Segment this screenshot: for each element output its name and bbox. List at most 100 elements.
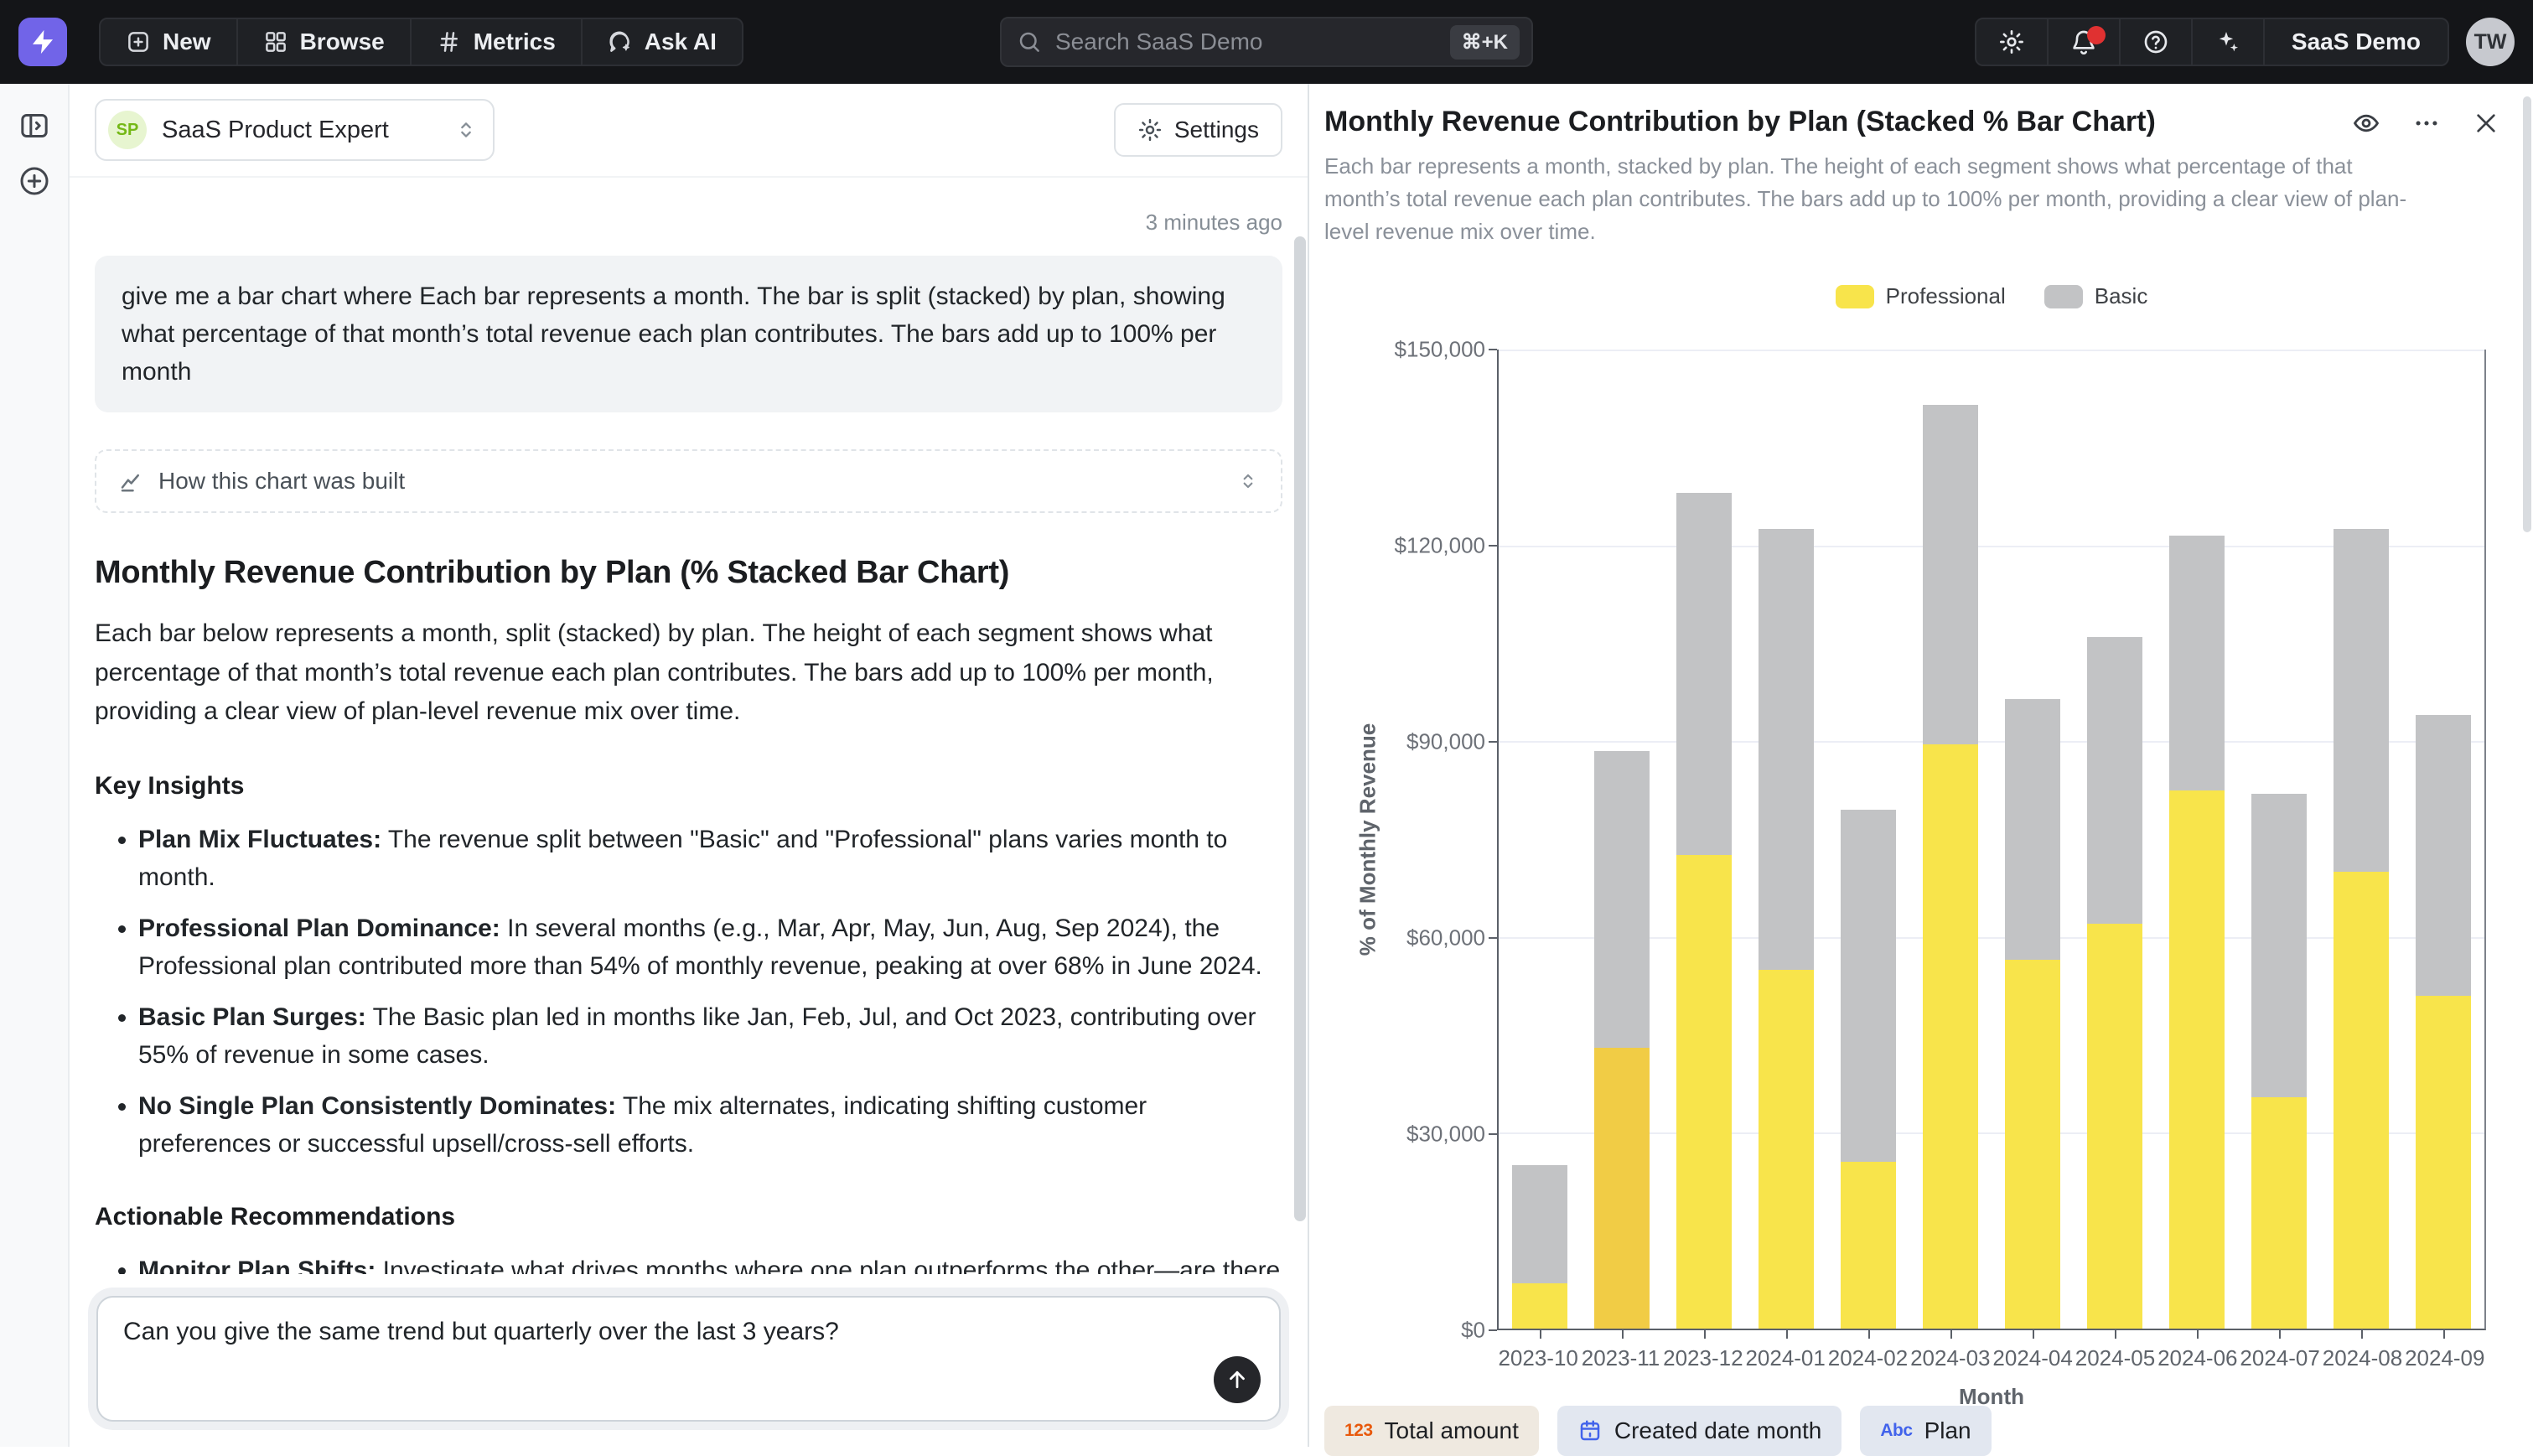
agent-avatar: SP — [108, 111, 147, 149]
chat-input-value: Can you give the same trend but quarterl… — [123, 1318, 1163, 1346]
y-axis-ticks: $150,000 $120,000 $90,000 $60,000 $30,00… — [1383, 350, 1485, 1330]
chevron-selector-icon — [454, 118, 478, 142]
field-tags: 123 Total amount Created date month Abc … — [1324, 1406, 2499, 1456]
calendar-icon — [1577, 1418, 1603, 1443]
tag-total-amount[interactable]: 123 Total amount — [1324, 1406, 1539, 1456]
close-icon[interactable] — [2473, 110, 2499, 137]
how-built-expander[interactable]: How this chart was built — [95, 449, 1282, 513]
basic-swatch — [2044, 285, 2083, 308]
sparkles-icon — [2214, 28, 2241, 55]
insights-heading: Key Insights — [95, 772, 1282, 801]
settings-button[interactable]: Settings — [1114, 103, 1282, 157]
bar-2024-06[interactable] — [2156, 350, 2238, 1329]
x-axis-title: Month — [1497, 1384, 2486, 1410]
response-intro: Each bar below represents a month, split… — [95, 614, 1282, 732]
metrics-label: Metrics — [474, 28, 556, 55]
browse-label: Browse — [300, 28, 385, 55]
chart-panel: Monthly Revenue Contribution by Plan (St… — [1311, 84, 2533, 1447]
bar-2024-02[interactable] — [1827, 350, 1909, 1329]
x-tick-label: 2024-05 — [2074, 1345, 2156, 1371]
message-timestamp: 3 minutes ago — [95, 210, 1282, 236]
chevron-selector-icon — [1237, 470, 1259, 492]
agent-selector[interactable]: SP SaaS Product Expert — [95, 99, 495, 161]
tag-created-date-month[interactable]: Created date month — [1557, 1406, 1842, 1456]
project-selector[interactable]: SaaS Demo — [2263, 19, 2448, 65]
bar-2024-04[interactable] — [1992, 350, 2074, 1329]
metrics-button[interactable]: Metrics — [410, 19, 581, 65]
search-input[interactable]: Search SaaS Demo ⌘+K — [1000, 17, 1533, 67]
x-tick-label: 2023-12 — [1662, 1345, 1744, 1371]
bar-2024-07[interactable] — [2238, 350, 2320, 1329]
search-icon — [1017, 29, 1042, 54]
list-item: Monitor Plan Shifts: Investigate what dr… — [138, 1251, 1282, 1275]
hash-icon — [437, 29, 462, 54]
tag-label: Total amount — [1385, 1417, 1519, 1444]
user-avatar[interactable]: TW — [2466, 18, 2515, 66]
bar-2024-03[interactable] — [1909, 350, 1992, 1329]
professional-swatch — [1836, 285, 1874, 308]
help-button[interactable] — [2119, 19, 2191, 65]
ask-ai-label: Ask AI — [645, 28, 717, 55]
app-logo[interactable] — [18, 18, 67, 66]
stacked-bar-chart: % of Monthly Revenue $150,000 $120,000 $… — [1324, 338, 2499, 1402]
bar-2024-01[interactable] — [1745, 350, 1827, 1329]
new-label: New — [163, 28, 211, 55]
toggle-sidebar-button[interactable] — [18, 109, 51, 142]
new-button[interactable]: New — [101, 19, 236, 65]
send-button[interactable] — [1214, 1356, 1261, 1403]
legend-label: Basic — [2095, 283, 2148, 309]
help-icon — [2142, 28, 2169, 55]
project-label: SaaS Demo — [2292, 28, 2421, 55]
chat-scrollbar[interactable] — [1294, 236, 1306, 1262]
search-placeholder: Search SaaS Demo — [1055, 28, 1450, 55]
chat-panel: SP SaaS Product Expert Settings 3 minute… — [70, 84, 1309, 1447]
x-tick-label: 2024-03 — [1909, 1345, 1992, 1371]
circle-plus-icon — [18, 164, 51, 198]
recommendations-heading: Actionable Recommendations — [95, 1203, 1282, 1231]
response-title: Monthly Revenue Contribution by Plan (% … — [95, 555, 1282, 591]
bar-2024-09[interactable] — [2402, 350, 2484, 1329]
x-tick-label: 2024-01 — [1744, 1345, 1826, 1371]
chat-input[interactable]: Can you give the same trend but quarterl… — [96, 1296, 1281, 1422]
legend-item-professional[interactable]: Professional — [1836, 283, 2006, 309]
settings-icon-button[interactable] — [1976, 19, 2047, 65]
recommendations-list: Monitor Plan Shifts: Investigate what dr… — [95, 1251, 1282, 1275]
bar-2024-05[interactable] — [2074, 350, 2156, 1329]
browse-button[interactable]: Browse — [236, 19, 410, 65]
bar-2023-10[interactable] — [1499, 350, 1581, 1329]
y-axis-title: % of Monthly Revenue — [1355, 350, 1381, 1330]
bar-2023-11[interactable] — [1581, 350, 1663, 1329]
list-item: Plan Mix Fluctuates: The revenue split b… — [138, 821, 1282, 896]
more-menu-icon[interactable] — [2412, 109, 2441, 137]
legend-item-basic[interactable]: Basic — [2044, 283, 2148, 309]
list-item: No Single Plan Consistently Dominates: T… — [138, 1087, 1282, 1163]
chat-message-list[interactable]: 3 minutes ago give me a bar chart where … — [70, 178, 1308, 1274]
bar-2024-08[interactable] — [2320, 350, 2402, 1329]
chat-ai-icon — [608, 29, 633, 54]
y-tick: $30,000 — [1406, 1122, 1485, 1148]
tag-label: Created date month — [1614, 1417, 1822, 1444]
ask-ai-button[interactable]: Ask AI — [581, 19, 742, 65]
window-scrollbar[interactable] — [2523, 96, 2531, 532]
y-tick: $60,000 — [1406, 925, 1485, 951]
plot-area — [1497, 350, 2486, 1330]
eye-icon[interactable] — [2352, 109, 2380, 137]
y-tick: $120,000 — [1395, 533, 1485, 559]
notifications-button[interactable] — [2047, 19, 2119, 65]
expander-label: How this chart was built — [158, 468, 405, 495]
x-tick-label: 2024-06 — [2157, 1345, 2239, 1371]
user-message-bubble: give me a bar chart where Each bar repre… — [95, 256, 1282, 412]
top-nav: New Browse Metrics Ask AI Search SaaS De… — [0, 0, 2533, 84]
list-item: Basic Plan Surges: The Basic plan led in… — [138, 998, 1282, 1074]
plus-square-icon — [126, 29, 151, 54]
sidebar-toggle-icon — [18, 109, 51, 142]
new-thread-button[interactable] — [18, 164, 51, 198]
chart-legend: Professional Basic — [1497, 283, 2486, 309]
left-rail — [0, 84, 70, 1447]
bar-2023-12[interactable] — [1663, 350, 1745, 1329]
lightning-bolt-icon — [28, 28, 57, 56]
tag-plan[interactable]: Abc Plan — [1860, 1406, 1991, 1456]
chat-header: SP SaaS Product Expert Settings — [70, 84, 1308, 178]
agent-name: SaaS Product Expert — [162, 117, 389, 144]
ai-sparkles-button[interactable] — [2191, 19, 2263, 65]
